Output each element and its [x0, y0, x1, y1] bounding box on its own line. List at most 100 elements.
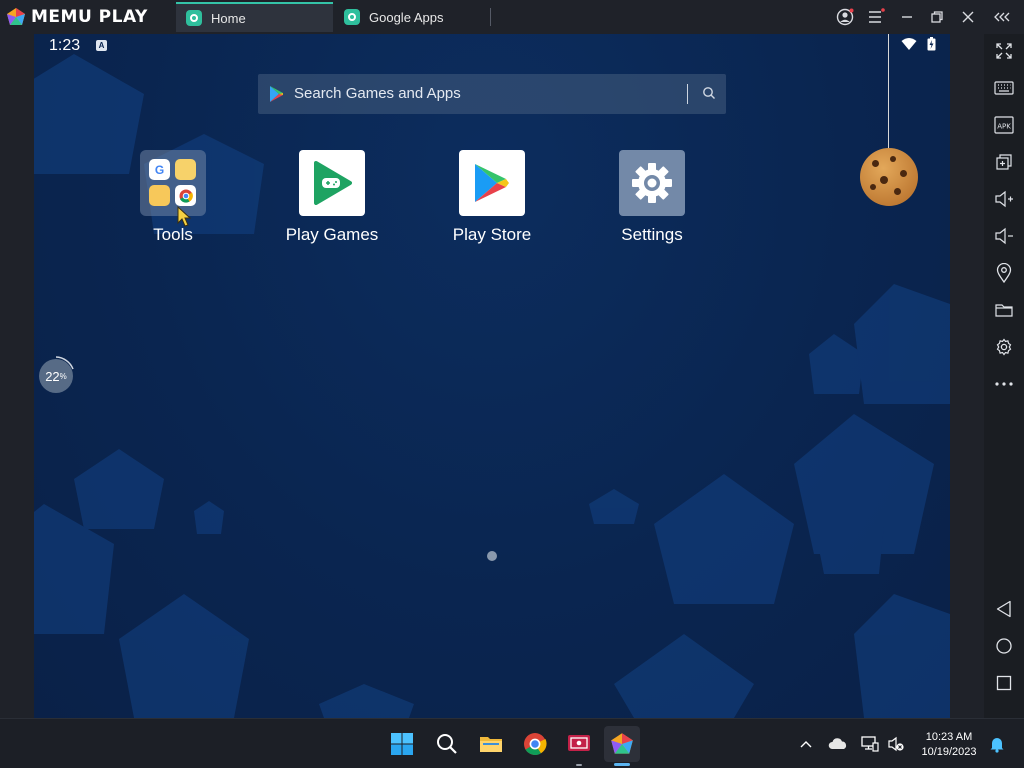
chrome-button[interactable]	[517, 726, 553, 762]
apk-label: APK	[997, 123, 1011, 131]
file-manager-icon	[149, 185, 170, 206]
page-indicator	[487, 551, 497, 561]
taskbar-search-button[interactable]	[429, 726, 465, 762]
start-button[interactable]	[384, 726, 420, 762]
account-button[interactable]	[835, 7, 855, 27]
location-button[interactable]	[992, 261, 1016, 285]
chrome-icon	[524, 733, 547, 755]
memu-logo-icon	[7, 8, 25, 25]
cookie-widget[interactable]	[860, 148, 918, 206]
app-play-store[interactable]: Play Store	[437, 150, 547, 245]
clock-time: 10:23 AM	[925, 731, 973, 743]
keyboard-button[interactable]	[992, 76, 1016, 100]
file-explorer-button[interactable]	[473, 726, 509, 762]
wifi-icon	[901, 38, 917, 50]
memory-boost-widget[interactable]: 22%	[39, 359, 73, 393]
shared-folder-button[interactable]	[992, 298, 1016, 322]
back-icon	[996, 600, 1011, 618]
cookie-chip	[900, 170, 907, 177]
volume-up-icon	[995, 190, 1013, 208]
memu-tab-icon	[186, 10, 202, 26]
minimize-button[interactable]	[897, 7, 917, 27]
apk-icon: APK	[994, 116, 1014, 134]
battery-charging-icon	[927, 37, 936, 51]
clock-date: 10/19/2023	[921, 746, 977, 758]
collapse-sidebar-button[interactable]	[993, 7, 1013, 27]
search-divider	[687, 84, 688, 104]
apk-install-button[interactable]: APK	[992, 113, 1016, 137]
google-app-icon: G	[149, 159, 170, 180]
volume-muted-button[interactable]	[885, 733, 907, 755]
app-search-bar[interactable]: Search Games and Apps	[258, 74, 726, 114]
search-icon[interactable]	[702, 86, 716, 100]
hamburger-menu-icon	[869, 8, 885, 23]
tab-home[interactable]: Home	[176, 2, 333, 32]
menu-button[interactable]	[866, 7, 886, 27]
minimize-icon	[902, 16, 912, 18]
restore-icon	[931, 11, 943, 23]
network-button[interactable]	[859, 733, 881, 755]
volume-down-button[interactable]	[992, 224, 1016, 248]
memu-icon	[611, 733, 633, 754]
recents-button[interactable]	[992, 671, 1016, 695]
more-icon	[995, 382, 1013, 386]
tab-home-label: Home	[211, 10, 246, 26]
volume-muted-icon	[888, 736, 904, 752]
emulator-toolbar: APK	[984, 34, 1024, 718]
left-frame	[0, 34, 34, 718]
app-settings[interactable]: Settings	[597, 150, 707, 245]
status-icons	[901, 37, 936, 51]
chevron-up-icon	[800, 741, 812, 748]
windows-start-icon	[391, 733, 413, 755]
memu-taskbar-button[interactable]	[604, 726, 640, 762]
app-play-games[interactable]: Play Games	[277, 150, 387, 245]
cookie-chip	[872, 160, 879, 167]
media-app-icon	[568, 735, 590, 751]
cookie-string	[888, 34, 889, 150]
show-hidden-icons-button[interactable]	[795, 733, 817, 755]
windows-taskbar: 10:23 AM 10/19/2023	[0, 718, 1024, 768]
onedrive-button[interactable]	[827, 733, 849, 755]
multi-instance-button[interactable]	[992, 150, 1016, 174]
home-button[interactable]	[992, 634, 1016, 658]
folder-icon	[995, 304, 1013, 317]
notifications-button[interactable]	[986, 733, 1008, 755]
play-games-icon	[299, 150, 365, 216]
cookie-chip	[870, 184, 876, 190]
cookie-chip	[894, 188, 901, 195]
back-button[interactable]	[992, 597, 1016, 621]
play-store-icon	[459, 150, 525, 216]
taskbar-running-indicator	[576, 764, 582, 766]
notification-icon: A	[96, 40, 107, 51]
search-icon	[437, 734, 457, 754]
play-store-icon	[270, 86, 283, 102]
media-app-button[interactable]	[561, 726, 597, 762]
tab-google-apps[interactable]: Google Apps	[334, 2, 490, 32]
volume-down-icon	[995, 227, 1013, 245]
memory-value: 22	[45, 368, 60, 384]
app-tools-folder[interactable]: G Tools	[118, 150, 228, 245]
tools-folder-icon: G	[140, 150, 206, 216]
taskbar-clock[interactable]: 10:23 AM 10/19/2023	[915, 730, 983, 760]
settings-icon	[996, 338, 1012, 356]
location-icon	[996, 263, 1012, 283]
brand-name: MEMU PLAY	[31, 7, 148, 27]
chrome-app-icon	[175, 185, 196, 206]
keyboard-icon	[994, 81, 1014, 95]
close-button[interactable]	[958, 7, 978, 27]
status-time: 1:23	[49, 37, 81, 54]
fullscreen-button[interactable]	[992, 39, 1016, 63]
more-button[interactable]	[992, 372, 1016, 396]
right-frame	[950, 34, 984, 718]
emulator-settings-button[interactable]	[992, 335, 1016, 359]
cookie-chip	[880, 176, 888, 184]
restore-button[interactable]	[927, 7, 947, 27]
account-icon	[836, 8, 854, 26]
triple-chevron-left-icon	[994, 12, 1010, 22]
bell-icon	[990, 738, 1004, 753]
wallpaper-pentagons	[34, 54, 950, 718]
multi-instance-icon	[996, 154, 1012, 170]
app-label: Play Store	[452, 225, 532, 244]
volume-up-button[interactable]	[992, 187, 1016, 211]
tab-divider	[490, 8, 491, 26]
